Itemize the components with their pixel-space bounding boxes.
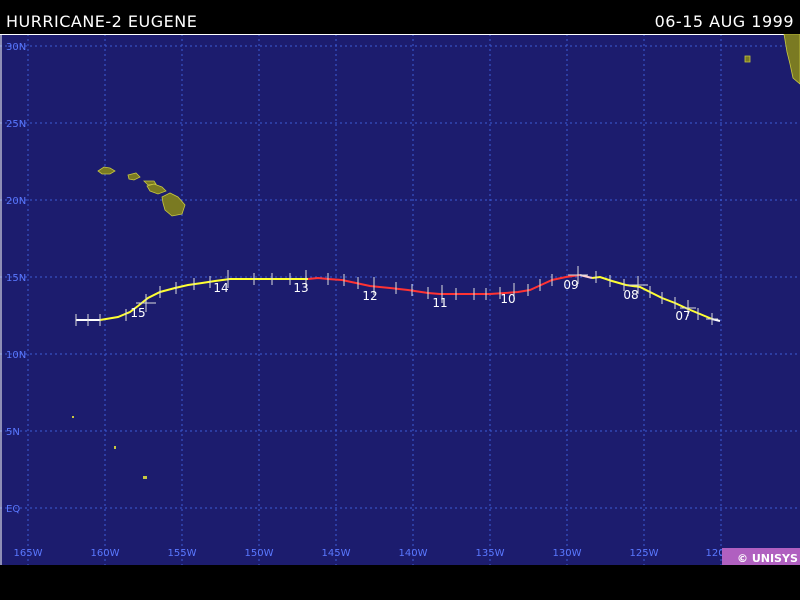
lat-label-5n: 5N [6,427,20,438]
lon-label-140w: 140W [399,548,428,559]
day-label-10: 10 [500,292,515,306]
ocean-background [0,34,800,565]
lon-label-125w: 125W [630,548,659,559]
lat-label-20n: 20N [6,196,26,207]
credit-label: © UNISYS [737,552,798,565]
storm-track-map: 30N 25N 20N 15N 10N 5N EQ 165W 160W 155W… [0,34,800,565]
day-label-08: 08 [623,288,638,302]
header-bar: HURRICANE-2 EUGENE 06-15 AUG 1999 [0,0,800,34]
lon-label-165w: 165W [14,548,43,559]
lon-label-155w: 155W [168,548,197,559]
lat-label-25n: 25N [6,119,26,130]
day-label-15: 15 [130,306,145,320]
footer-bar [0,565,800,600]
day-label-09: 09 [563,278,578,292]
lon-label-150w: 150W [245,548,274,559]
lat-label-15n: 15N [6,273,26,284]
lon-label-135w: 135W [476,548,505,559]
lat-label-eq: EQ [6,504,20,515]
day-label-07: 07 [675,309,690,323]
unisys-credit: © UNISYS [722,548,800,565]
storm-title: HURRICANE-2 EUGENE [6,12,198,31]
lon-label-130w: 130W [553,548,582,559]
day-label-13: 13 [293,281,308,295]
lat-label-10n: 10N [6,350,26,361]
day-label-11: 11 [432,296,447,310]
lat-label-30n: 30N [6,42,26,53]
day-label-12: 12 [362,289,377,303]
lon-label-160w: 160W [91,548,120,559]
lon-label-145w: 145W [322,548,351,559]
day-label-14: 14 [213,281,228,295]
date-range: 06-15 AUG 1999 [654,12,794,31]
